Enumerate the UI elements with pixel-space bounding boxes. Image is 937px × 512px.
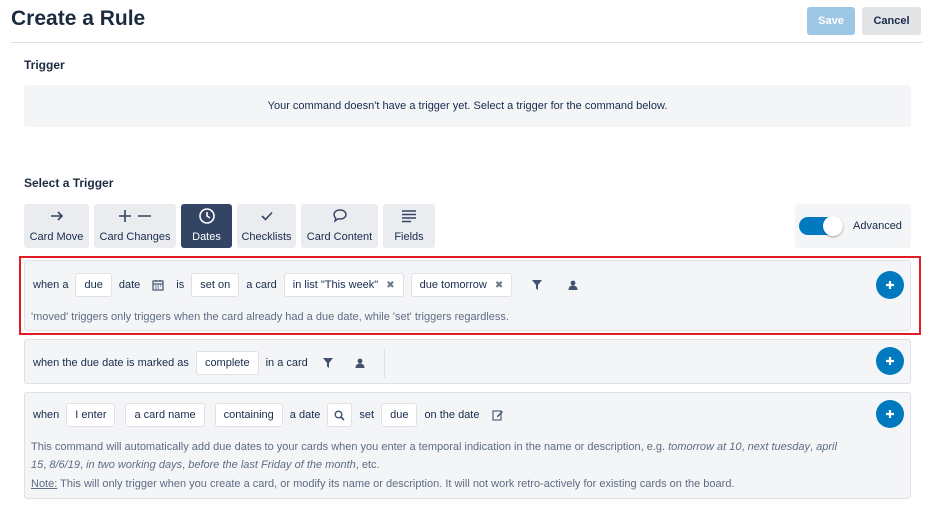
rule-date-in-name: when I enter a card name containing a da… — [24, 392, 911, 499]
tab-card-move[interactable]: Card Move — [24, 204, 89, 248]
desc-example: 8/6/19 — [49, 459, 80, 471]
selection-highlight — [19, 256, 921, 335]
card-name-select[interactable]: a card name — [125, 403, 205, 427]
tab-card-changes[interactable]: Card Changes — [94, 204, 176, 248]
select-trigger-heading: Select a Trigger — [24, 176, 114, 190]
i-enter-select[interactable]: I enter — [66, 403, 116, 427]
tab-label: Fields — [394, 231, 424, 243]
plus-minus-icon — [117, 206, 153, 226]
tab-label: Card Move — [29, 231, 84, 243]
filter-icon[interactable] — [316, 351, 340, 375]
toggle-knob — [823, 216, 843, 236]
desc-example: before the last Friday of the month — [188, 459, 356, 471]
advanced-label: Advanced — [853, 220, 902, 232]
trigger-empty-box: Your command doesn't have a trigger yet.… — [24, 85, 911, 127]
tab-label: Card Changes — [99, 231, 171, 243]
page-title: Create a Rule — [11, 7, 146, 30]
rule-note: Note: This will only trigger when you cr… — [31, 478, 735, 490]
cancel-button[interactable]: Cancel — [862, 7, 921, 35]
tab-label: Card Content — [306, 231, 373, 243]
desc-text: This command will automatically add due … — [31, 441, 669, 453]
rule-text: when — [33, 409, 60, 421]
tab-fields[interactable]: Fields — [383, 204, 435, 248]
desc-text: , etc. — [355, 459, 380, 471]
speech-bubble-icon — [332, 206, 348, 226]
search-icon — [334, 410, 345, 421]
header-divider — [11, 42, 923, 43]
desc-example: in two working days — [86, 459, 183, 471]
tab-label: Dates — [192, 231, 221, 243]
lines-icon — [401, 206, 417, 226]
tab-dates[interactable]: Dates — [181, 204, 232, 248]
clock-icon — [198, 206, 216, 226]
trigger-heading: Trigger — [24, 58, 65, 72]
due-select[interactable]: due — [381, 403, 418, 427]
note-text: This will only trigger when you create a… — [57, 478, 735, 490]
plus-icon — [886, 357, 894, 365]
divider — [383, 348, 385, 378]
rule-description: This command will automatically add due … — [31, 438, 841, 474]
trigger-empty-message: Your command doesn't have a trigger yet.… — [267, 100, 668, 112]
rule-text: when the due date is marked as — [33, 357, 189, 369]
advanced-toggle-box: Advanced — [795, 204, 911, 248]
trigger-tabs: Card Move Card Changes Dates Checklists … — [24, 204, 435, 248]
containing-select[interactable]: containing — [214, 403, 283, 427]
tab-card-content[interactable]: Card Content — [301, 204, 378, 248]
search-date-button[interactable] — [327, 403, 353, 427]
arrow-right-icon — [49, 206, 65, 226]
add-rule-button[interactable] — [876, 400, 904, 428]
user-icon[interactable] — [348, 351, 372, 375]
note-label: Note: — [31, 478, 58, 490]
desc-example: next tuesday — [747, 441, 810, 453]
advanced-toggle[interactable] — [799, 216, 843, 236]
add-rule-button[interactable] — [876, 347, 904, 375]
tab-checklists[interactable]: Checklists — [237, 204, 296, 248]
rule-text: in a card — [265, 357, 308, 369]
tab-label: Checklists — [241, 231, 292, 243]
plus-icon — [886, 410, 894, 418]
rule-text: a date — [289, 409, 321, 421]
desc-example: tomorrow at 10 — [668, 441, 742, 453]
edit-icon[interactable] — [486, 403, 510, 427]
save-button[interactable]: Save — [807, 7, 855, 35]
complete-select[interactable]: complete — [195, 351, 259, 375]
rule-due-date-complete: when the due date is marked as complete … — [24, 339, 911, 384]
rule-text: on the date — [424, 409, 480, 421]
rule-text: set — [359, 409, 375, 421]
check-icon — [260, 206, 274, 226]
